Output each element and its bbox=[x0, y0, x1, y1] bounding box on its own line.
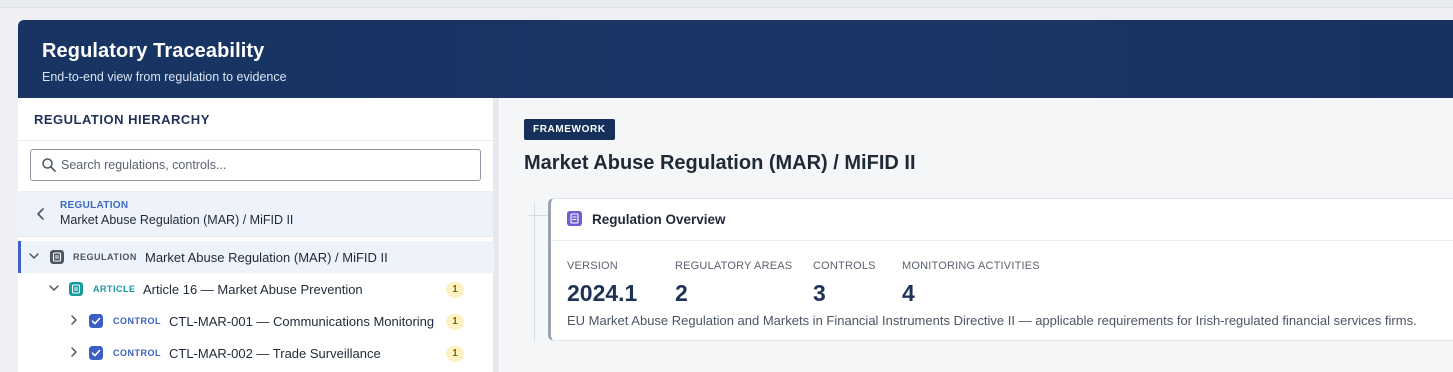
page-title: Regulatory Traceability bbox=[42, 40, 265, 62]
breadcrumb-name: Market Abuse Regulation (MAR) / MiFID II bbox=[60, 213, 294, 227]
tree-item-tag: REGULATION bbox=[73, 252, 137, 262]
tree-item-title: CTL-MAR-002 — Trade Surveillance bbox=[169, 346, 381, 361]
page-subtitle: End-to-end view from regulation to evide… bbox=[42, 70, 287, 84]
stat-value: 2024.1 bbox=[567, 280, 638, 306]
document-icon bbox=[50, 250, 64, 264]
search-input[interactable] bbox=[61, 150, 461, 180]
window-top-strip bbox=[0, 0, 1453, 8]
document-icon bbox=[567, 211, 582, 226]
chevron-left-icon[interactable] bbox=[34, 206, 48, 222]
stat-label: MONITORING ACTIVITIES bbox=[902, 260, 1040, 272]
regulation-overview-card: Regulation Overview VERSION 2024.1 REGUL… bbox=[548, 198, 1453, 341]
chevron-right-icon[interactable] bbox=[68, 314, 80, 326]
article-icon bbox=[69, 282, 83, 296]
chevron-right-icon[interactable] bbox=[68, 346, 80, 358]
count-badge: 1 bbox=[446, 282, 464, 298]
breadcrumb[interactable]: REGULATION Market Abuse Regulation (MAR)… bbox=[18, 192, 493, 237]
stat-version: VERSION 2024.1 bbox=[567, 260, 637, 307]
tree-item-title: Market Abuse Regulation (MAR) / MiFID II bbox=[145, 250, 388, 265]
card-header: Regulation Overview bbox=[551, 199, 1453, 241]
breadcrumb-label: REGULATION bbox=[60, 200, 129, 211]
stat-value: 2 bbox=[675, 280, 688, 306]
detail-panel: FRAMEWORK Market Abuse Regulation (MAR) … bbox=[500, 98, 1453, 372]
stat-label: REGULATORY AREAS bbox=[675, 260, 793, 272]
stat-monitoring-activities: MONITORING ACTIVITIES 4 bbox=[902, 260, 1040, 307]
regulation-description: EU Market Abuse Regulation and Markets i… bbox=[567, 313, 1417, 328]
tree-item-tag: CONTROL bbox=[113, 348, 161, 358]
stat-label: CONTROLS bbox=[813, 260, 876, 272]
chevron-down-icon[interactable] bbox=[28, 250, 40, 262]
page-header: Regulatory Traceability End-to-end view … bbox=[18, 20, 1453, 98]
card-title: Regulation Overview bbox=[592, 212, 726, 227]
timeline-connector bbox=[528, 215, 548, 216]
stat-label: VERSION bbox=[567, 260, 618, 272]
stat-regulatory-areas: REGULATORY AREAS 2 bbox=[675, 260, 792, 307]
checkbox-icon bbox=[89, 314, 103, 328]
tree-item-title: Article 16 — Market Abuse Prevention bbox=[143, 282, 363, 297]
sidebar-title: REGULATION HIERARCHY bbox=[18, 98, 493, 141]
framework-title: Market Abuse Regulation (MAR) / MiFID II bbox=[524, 152, 916, 174]
tree-item-control[interactable]: CONTROL CTL-MAR-002 — Trade Surveillance… bbox=[18, 337, 494, 369]
count-badge: 1 bbox=[446, 346, 464, 362]
stat-controls: CONTROLS 3 bbox=[813, 260, 876, 307]
sidebar: REGULATION HIERARCHY REGULATION Market A… bbox=[18, 98, 499, 372]
search-box[interactable] bbox=[30, 149, 481, 181]
stat-value: 3 bbox=[813, 280, 826, 306]
search-icon bbox=[42, 158, 56, 172]
chevron-down-icon[interactable] bbox=[48, 282, 60, 294]
timeline-line bbox=[534, 203, 535, 341]
tree-item-control[interactable]: CONTROL CTL-MAR-001 — Communications Mon… bbox=[18, 305, 494, 337]
tree-item-title: CTL-MAR-001 — Communications Monitoring bbox=[169, 314, 435, 329]
tree-item-tag: ARTICLE bbox=[93, 284, 136, 294]
stat-value: 4 bbox=[902, 280, 915, 306]
framework-badge: FRAMEWORK bbox=[524, 119, 615, 140]
app-window: Regulatory Traceability End-to-end view … bbox=[18, 20, 1453, 372]
tree-item-regulation[interactable]: REGULATION Market Abuse Regulation (MAR)… bbox=[18, 241, 494, 273]
search-container bbox=[18, 141, 493, 192]
count-badge: 1 bbox=[446, 314, 464, 330]
tree-item-tag: CONTROL bbox=[113, 316, 161, 326]
tree-item-article[interactable]: ARTICLE Article 16 — Market Abuse Preven… bbox=[18, 273, 494, 305]
checkbox-icon bbox=[89, 346, 103, 360]
